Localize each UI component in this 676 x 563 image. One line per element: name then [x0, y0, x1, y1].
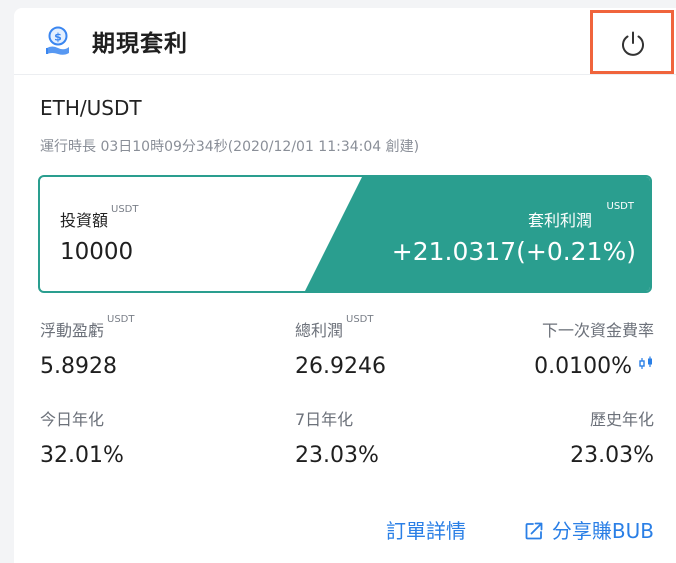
total-profit-unit: USDT	[346, 314, 374, 325]
trading-pair: ETH/USDT	[40, 96, 142, 120]
floating-pnl-stat: 浮動盈虧USDT 5.8928	[40, 314, 135, 379]
dollar-coin-hand-icon: $	[46, 26, 69, 55]
profit-background	[305, 177, 650, 291]
profit-unit: USDT	[606, 201, 634, 212]
runtime-info: 運行時長 03日10時09分34秒(2020/12/01 11:34:04 創建…	[40, 139, 420, 155]
total-profit-stat: 總利潤USDT 26.9246	[295, 314, 386, 379]
investment-unit: USDT	[111, 204, 139, 215]
historical-annualized-stat: 歷史年化 23.03%	[570, 406, 654, 468]
seven-day-annualized-value: 23.03%	[295, 443, 379, 468]
today-annualized-label: 今日年化	[40, 410, 105, 429]
strategy-card: $ 期現套利 ETH/USDT 運行時長 03日10時09分34秒(2020/1…	[14, 8, 676, 563]
page-title: 期現套利	[92, 31, 188, 57]
profit-value: +21.0317(+0.21%)	[391, 237, 636, 266]
seven-day-annualized-stat: 7日年化 23.03%	[295, 406, 379, 468]
next-funding-rate-label: 下一次資金費率	[541, 321, 654, 340]
power-icon	[622, 31, 644, 56]
floating-pnl-value: 5.8928	[40, 354, 117, 379]
next-funding-rate-value: 0.0100%	[534, 354, 632, 379]
investment-label: 投資額USDT	[60, 204, 139, 230]
total-profit-label: 總利潤	[295, 321, 344, 340]
share-earn-link[interactable]: 分享賺BUB	[524, 515, 654, 544]
investment-value: 10000	[60, 239, 134, 265]
share-external-icon	[525, 522, 543, 539]
svg-text:$: $	[54, 31, 62, 44]
order-details-link[interactable]: 訂單詳情	[386, 515, 466, 544]
profit-label: 套利利潤	[527, 211, 592, 230]
share-earn-label: 分享賺BUB	[551, 519, 654, 543]
floating-pnl-label: 浮動盈虧	[40, 321, 105, 340]
power-button[interactable]	[590, 10, 674, 74]
seven-day-annualized-label: 7日年化	[295, 410, 354, 429]
today-annualized-value: 32.01%	[40, 443, 124, 468]
total-profit-value: 26.9246	[295, 354, 386, 379]
next-funding-rate-stat: 下一次資金費率 0.0100%	[534, 317, 654, 379]
floating-pnl-unit: USDT	[107, 314, 135, 325]
historical-annualized-value: 23.03%	[570, 443, 654, 468]
summary-panel: 投資額USDT 10000 套利利潤 USDT +21.0317(+0.21%)	[38, 175, 652, 293]
candlestick-icon[interactable]	[638, 356, 654, 370]
today-annualized-stat: 今日年化 32.01%	[40, 406, 124, 468]
historical-annualized-label: 歷史年化	[589, 410, 654, 429]
card-header: $ 期現套利	[14, 8, 676, 75]
